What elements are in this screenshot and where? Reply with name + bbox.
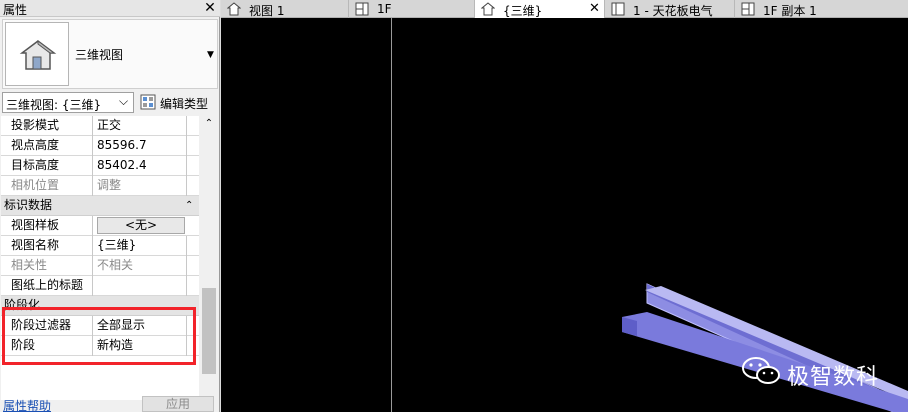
edit-type-label: 编辑类型 bbox=[160, 97, 209, 111]
group-header-identity[interactable]: 标识数据 ⌃ bbox=[1, 196, 199, 216]
view-template-button[interactable]: <无> bbox=[97, 217, 185, 234]
property-label: 图纸上的标题 bbox=[1, 276, 93, 296]
property-value[interactable]: {三维} bbox=[94, 236, 187, 256]
property-value: 调整 bbox=[94, 176, 187, 196]
tab-view-1[interactable]: 视图 1 bbox=[221, 0, 349, 18]
3d-house-icon bbox=[5, 22, 69, 86]
property-value: 不相关 bbox=[94, 256, 187, 276]
property-row-target-elevation[interactable]: 目标高度 85402.4 bbox=[1, 156, 199, 176]
property-value[interactable] bbox=[94, 276, 187, 296]
watermark: 极智数科 bbox=[741, 355, 878, 390]
property-value[interactable]: 85402.4 bbox=[94, 156, 187, 176]
property-row-view-template[interactable]: 视图样板 <无> bbox=[1, 216, 199, 236]
property-label: 投影模式 bbox=[1, 116, 93, 136]
property-value[interactable]: 85596.7 bbox=[94, 136, 187, 156]
properties-scrollbar[interactable]: ⌃ bbox=[200, 116, 218, 378]
properties-footer: 属性帮助 应用 bbox=[0, 394, 220, 412]
property-row-dependency: 相关性 不相关 bbox=[1, 256, 199, 276]
3d-view-icon bbox=[227, 2, 241, 16]
3d-view-icon bbox=[481, 2, 495, 16]
property-row-eye-elevation[interactable]: 视点高度 85596.7 bbox=[1, 136, 199, 156]
view-instance-value: 三维视图: {三维} bbox=[6, 98, 102, 112]
properties-title-bar: 属性 ✕ bbox=[0, 0, 220, 17]
property-label: 视图样板 bbox=[1, 216, 93, 236]
tab-1f-copy-1[interactable]: 1F 副本 1 bbox=[735, 0, 908, 18]
scroll-up-icon[interactable]: ⌃ bbox=[200, 118, 218, 129]
highlight-box bbox=[2, 307, 196, 365]
close-icon[interactable]: ✕ bbox=[202, 0, 218, 16]
revit-window: 属性 ✕ 三维视图 ▼ 三维视图: {三维} ⌵ 编辑类型 投影模式 正交 视点… bbox=[0, 0, 908, 412]
tab-label: 视图 1 bbox=[249, 4, 285, 18]
tab-label: 1 - 天花板电气 bbox=[633, 4, 713, 18]
3d-viewport[interactable]: 极智数科 bbox=[221, 18, 908, 412]
properties-panel: 属性 ✕ 三维视图 ▼ 三维视图: {三维} ⌵ 编辑类型 投影模式 正交 视点… bbox=[0, 0, 220, 412]
property-row-projection[interactable]: 投影模式 正交 bbox=[1, 116, 199, 136]
collapse-icon[interactable]: ⌃ bbox=[185, 196, 193, 215]
scrollbar-thumb[interactable] bbox=[202, 288, 216, 374]
view-tab-bar: 视图 1 1F {三维} ✕ 1 - 天花板电气 1F 副本 1 bbox=[221, 0, 908, 18]
property-label: 视图名称 bbox=[1, 236, 93, 256]
cable-tray-model bbox=[622, 283, 908, 412]
apply-button[interactable]: 应用 bbox=[142, 396, 214, 412]
tab-label: 1F 副本 1 bbox=[763, 4, 817, 18]
property-row-title-on-sheet[interactable]: 图纸上的标题 bbox=[1, 276, 199, 296]
tab-label: 1F bbox=[377, 2, 392, 16]
floor-plan-icon bbox=[741, 2, 755, 16]
type-dropdown-arrow-icon[interactable]: ▼ bbox=[207, 50, 214, 60]
property-label: 相关性 bbox=[1, 256, 93, 276]
group-label: 标识数据 bbox=[4, 198, 53, 212]
property-row-view-name[interactable]: 视图名称 {三维} bbox=[1, 236, 199, 256]
view-instance-dropdown[interactable]: 三维视图: {三维} ⌵ bbox=[2, 92, 134, 113]
chevron-down-icon: ⌵ bbox=[119, 94, 129, 108]
property-label: 相机位置 bbox=[1, 176, 93, 196]
type-selector[interactable]: 三维视图 ▼ bbox=[2, 19, 218, 89]
ceiling-plan-icon bbox=[611, 2, 625, 16]
properties-help-link[interactable]: 属性帮助 bbox=[3, 397, 51, 412]
edit-type-button[interactable]: 编辑类型 bbox=[138, 92, 218, 113]
wechat-icon bbox=[742, 357, 780, 384]
edit-type-icon bbox=[140, 94, 156, 110]
tab-3d-view[interactable]: {三维} ✕ bbox=[475, 0, 605, 18]
close-tab-icon[interactable]: ✕ bbox=[589, 1, 600, 16]
property-label: 视点高度 bbox=[1, 136, 93, 156]
property-label: 目标高度 bbox=[1, 156, 93, 176]
tab-label: {三维} bbox=[503, 4, 543, 18]
tab-1f[interactable]: 1F bbox=[349, 0, 475, 18]
property-row-camera-position: 相机位置 调整 bbox=[1, 176, 199, 196]
floor-plan-icon bbox=[355, 2, 369, 16]
tab-ceiling-electrical[interactable]: 1 - 天花板电气 bbox=[605, 0, 735, 18]
properties-title: 属性 bbox=[3, 3, 28, 17]
type-name: 三维视图 bbox=[75, 48, 124, 62]
watermark-text: 极智数科 bbox=[787, 365, 880, 390]
property-value[interactable]: 正交 bbox=[94, 116, 187, 136]
